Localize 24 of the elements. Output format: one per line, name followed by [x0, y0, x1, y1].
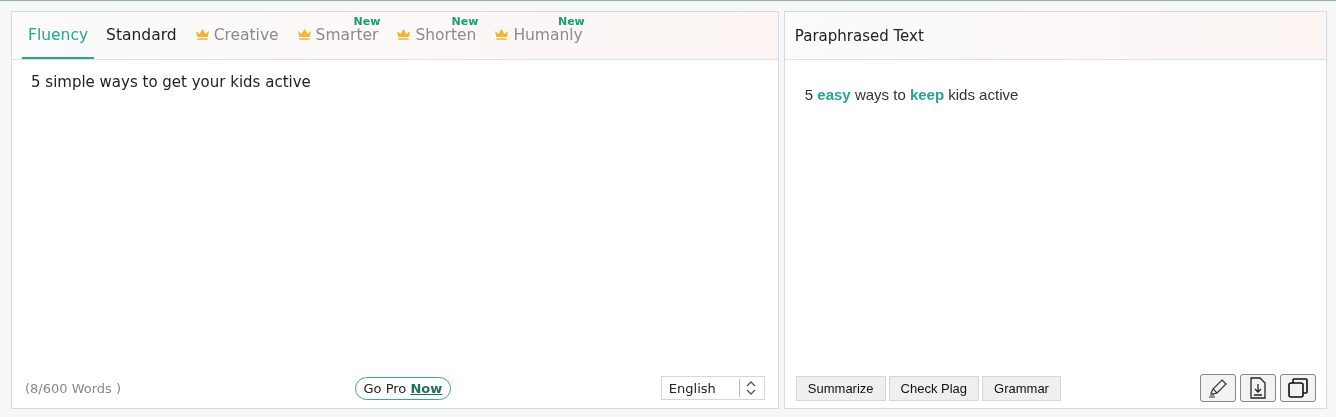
- tool-button[interactable]: Grammar: [982, 375, 1061, 401]
- download-button[interactable]: [1240, 374, 1276, 402]
- tool-button[interactable]: Check Plag: [888, 375, 980, 401]
- go-pro-button[interactable]: Go Pro Now: [354, 376, 452, 400]
- highlighter-icon: [1207, 377, 1229, 399]
- panel-title: Paraphrased Text: [794, 26, 924, 45]
- copy-button[interactable]: [1280, 374, 1316, 402]
- new-label: New: [353, 15, 381, 28]
- file-download-icon: [1249, 377, 1267, 399]
- crown-icon: [296, 29, 312, 40]
- copy-icon: [1287, 377, 1309, 399]
- input-text[interactable]: 5 simple ways to get your kids active: [12, 60, 778, 104]
- new-label: New: [451, 15, 479, 28]
- mode-tab[interactable]: Standard: [100, 11, 183, 59]
- crown-icon: [494, 29, 510, 40]
- paraphrased-text: 5 easy ways to keep kids active: [803, 85, 1020, 105]
- tool-button[interactable]: Summarize: [795, 375, 886, 401]
- up-down-icon: [745, 379, 756, 397]
- new-label: New: [557, 15, 585, 28]
- crown-icon: [194, 29, 210, 40]
- crown-icon: [396, 29, 412, 40]
- highlighter-button[interactable]: [1200, 374, 1236, 402]
- language-select[interactable]: English: [660, 376, 765, 400]
- word-count: (8/600 Words ): [25, 380, 123, 396]
